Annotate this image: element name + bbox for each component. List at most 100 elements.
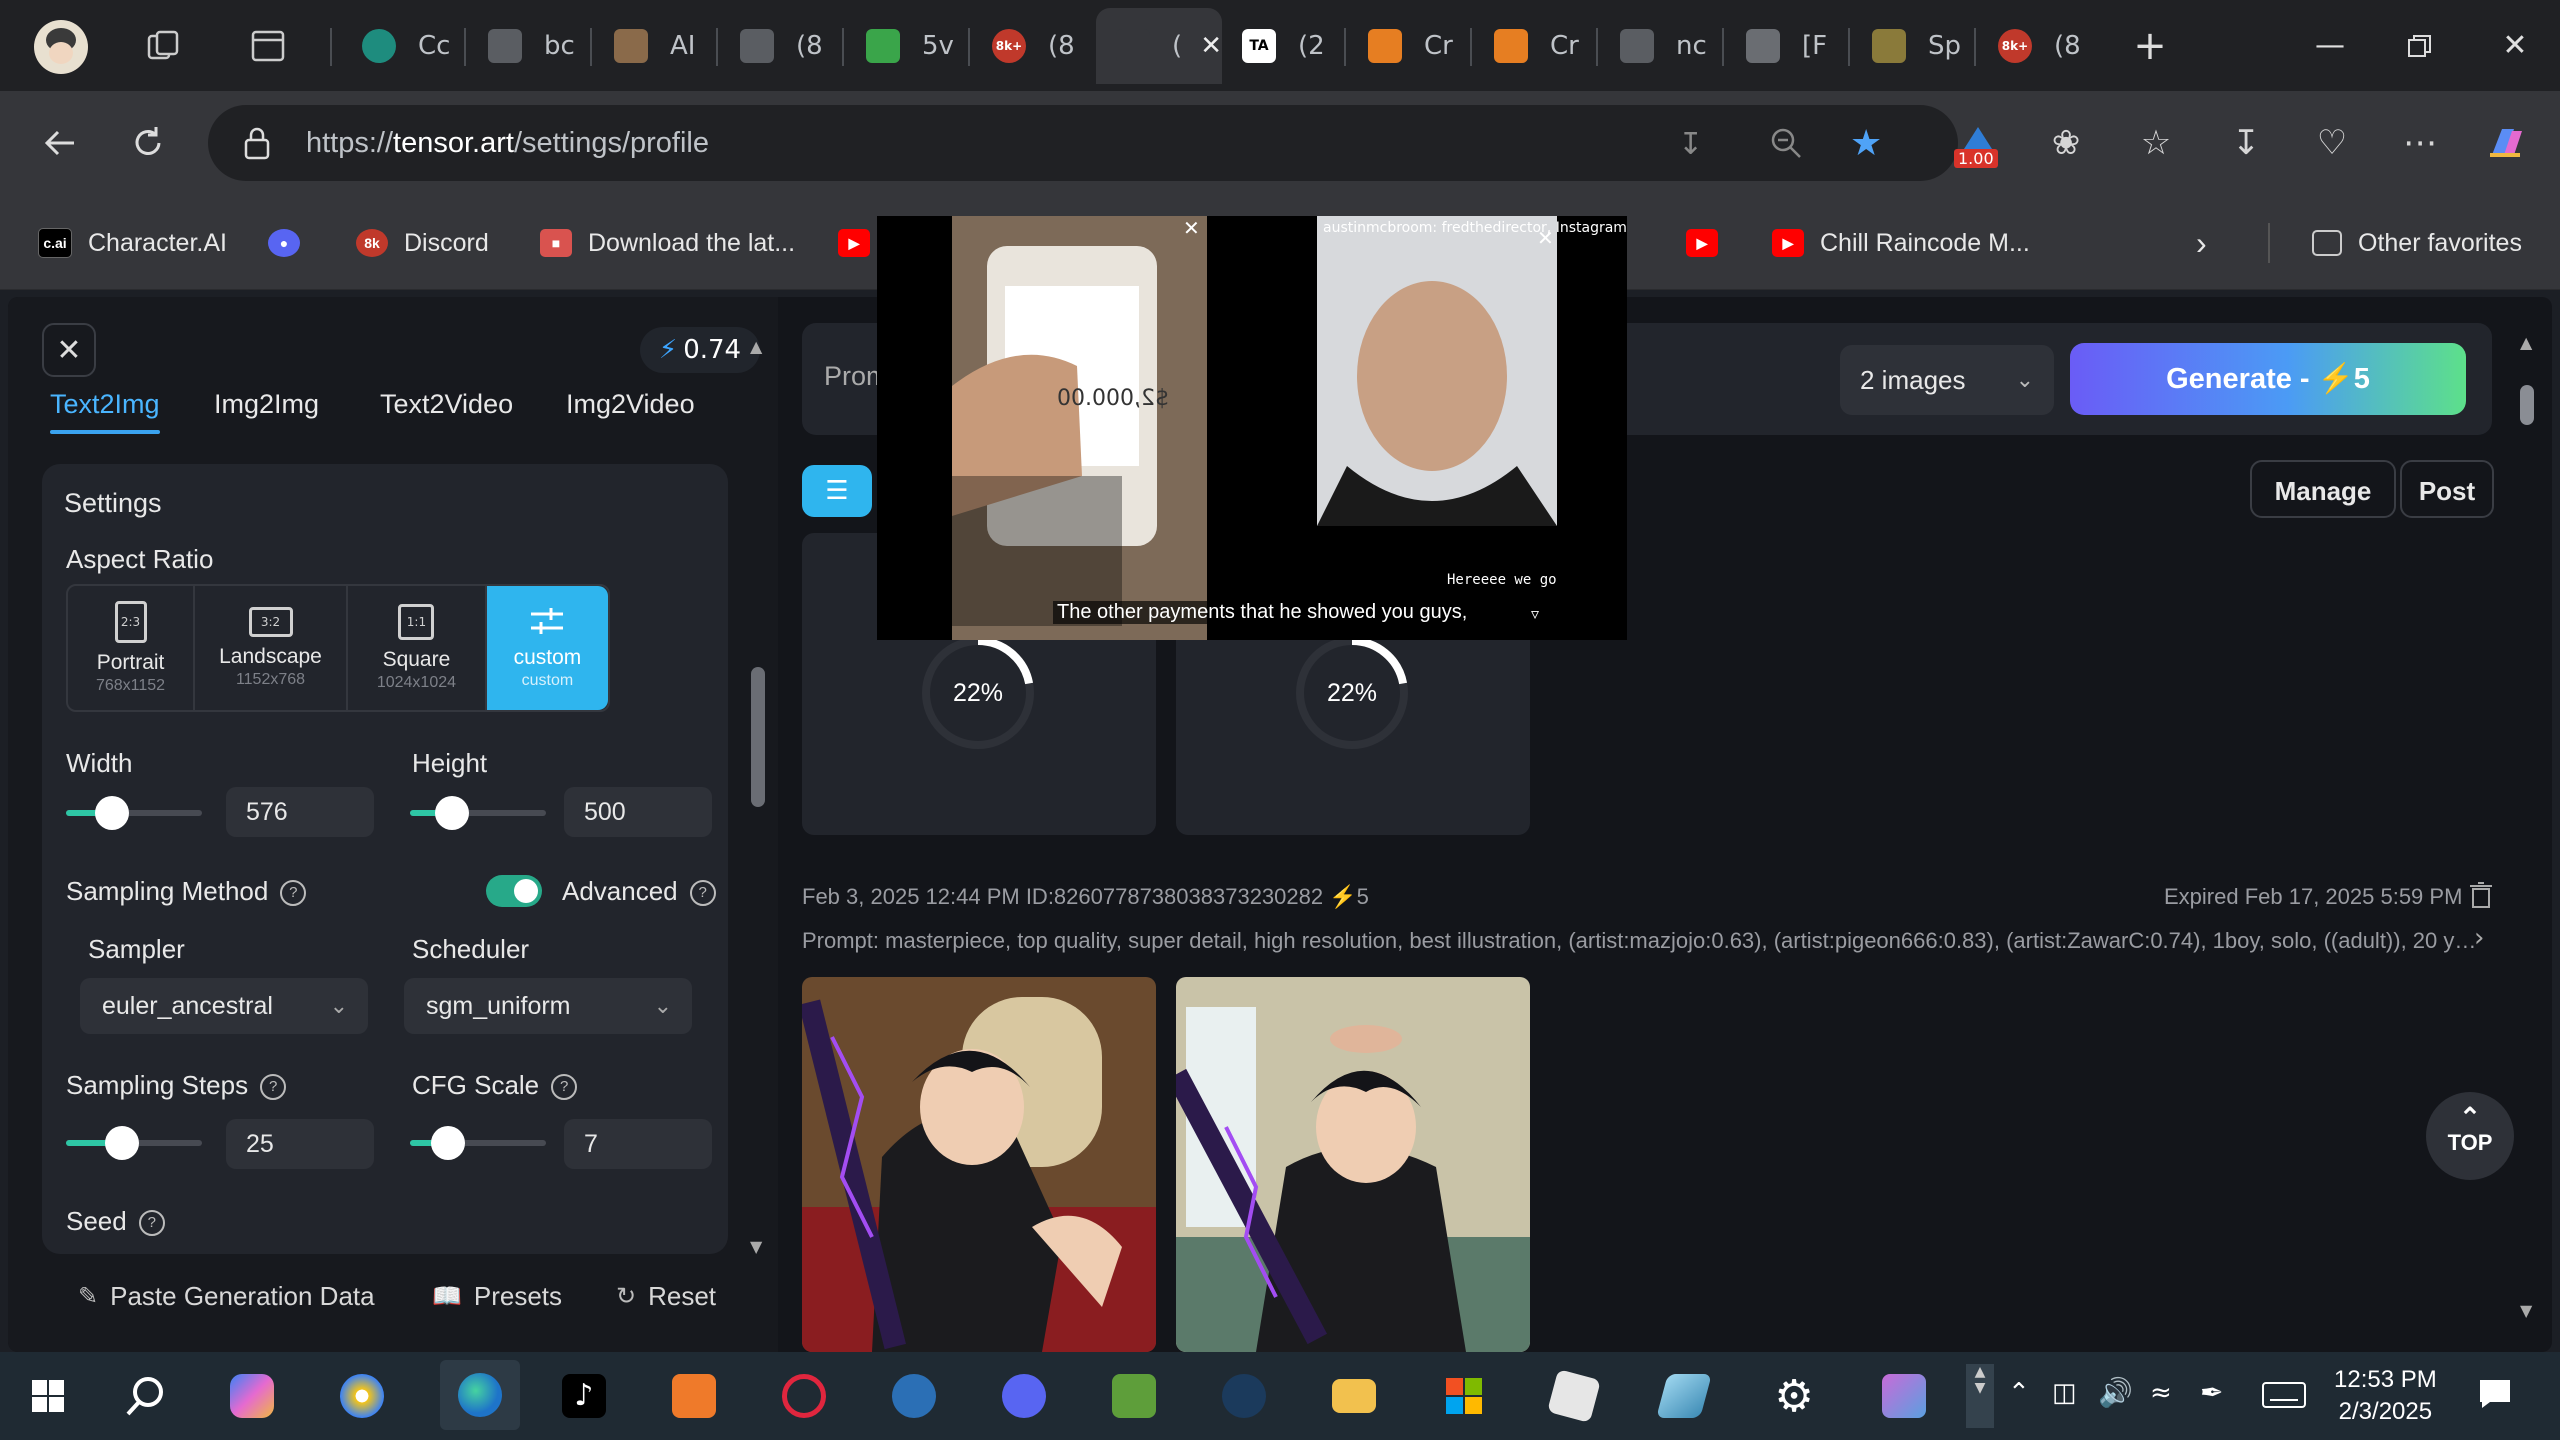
- copilot-icon[interactable]: [2478, 115, 2534, 171]
- keyboard-icon[interactable]: [2262, 1382, 2306, 1408]
- close-window-button[interactable]: ✕: [2470, 0, 2560, 91]
- roblox-app-icon[interactable]: [1544, 1366, 1604, 1426]
- post-button[interactable]: Post: [2400, 460, 2494, 518]
- bookmark-download[interactable]: ■ Download the lat...: [540, 223, 795, 263]
- scroll-to-top-button[interactable]: ⌃ TOP: [2426, 1092, 2514, 1180]
- browser-tab[interactable]: [F: [1726, 8, 1846, 84]
- list-view-button[interactable]: ☰: [802, 465, 872, 517]
- close-tab-icon[interactable]: ✕: [1200, 31, 1222, 61]
- help-icon[interactable]: ?: [280, 880, 307, 907]
- page-scrollbar[interactable]: ▲ ▼: [2512, 323, 2542, 1323]
- notifications-icon[interactable]: [2478, 1378, 2512, 1410]
- profile-avatar[interactable]: [34, 20, 88, 74]
- download-page-icon[interactable]: ↧: [1678, 127, 1703, 162]
- restore-button[interactable]: [2375, 0, 2465, 91]
- help-icon[interactable]: ?: [260, 1074, 287, 1101]
- generated-image-1[interactable]: [802, 977, 1156, 1352]
- microsoft-store-icon[interactable]: [1434, 1366, 1494, 1426]
- browser-essentials-icon[interactable]: ♡: [2304, 115, 2360, 171]
- settings-gear-icon[interactable]: ⚙: [1764, 1366, 1824, 1426]
- reset-button[interactable]: ↻ Reset: [616, 1281, 716, 1312]
- generated-image-2[interactable]: [1176, 977, 1530, 1352]
- tab-text2img[interactable]: Text2Img: [50, 389, 160, 434]
- browser-tab[interactable]: (8: [720, 8, 840, 84]
- minecraft-app-icon[interactable]: [1104, 1366, 1164, 1426]
- browser-tab[interactable]: bc: [468, 8, 588, 84]
- browser-tab[interactable]: Cr: [1348, 8, 1468, 84]
- presets-button[interactable]: 📖 Presets: [432, 1281, 562, 1312]
- favorites-icon[interactable]: ☆: [2128, 115, 2184, 171]
- bookmark-character-ai[interactable]: c.ai Character.AI: [38, 223, 227, 263]
- tab-text2video[interactable]: Text2Video: [380, 389, 513, 420]
- more-menu-icon[interactable]: ⋯: [2392, 115, 2448, 171]
- tiktok-app-icon[interactable]: ♪: [554, 1366, 614, 1426]
- delete-icon[interactable]: [2468, 881, 2494, 909]
- steps-slider[interactable]: [66, 1126, 202, 1160]
- width-input[interactable]: 576: [226, 787, 374, 837]
- start-button[interactable]: [18, 1366, 78, 1426]
- settings-scrollbar[interactable]: ▲ ▼: [748, 337, 768, 1257]
- battery-icon[interactable]: ◫: [2052, 1378, 2077, 1408]
- bookmark-chill-raincode[interactable]: ▶ Chill Raincode M...: [1772, 223, 2030, 263]
- sampler-select[interactable]: euler_ancestral ⌄: [80, 978, 368, 1034]
- wifi-icon[interactable]: ≈: [2150, 1378, 2172, 1408]
- extensions-puzzle-icon[interactable]: ❀: [2038, 115, 2094, 171]
- prompt-text[interactable]: Prompt: masterpiece, top quality, super …: [802, 928, 2482, 954]
- scheduler-select[interactable]: sgm_uniform ⌄: [404, 978, 692, 1034]
- browser-tab[interactable]: (✕: [1096, 8, 1222, 84]
- character-app-icon[interactable]: [1874, 1366, 1934, 1426]
- chevron-right-icon[interactable]: ›: [2474, 923, 2484, 953]
- url-text[interactable]: https://tensor.art/settings/profile: [306, 105, 709, 181]
- volume-icon[interactable]: 🔊: [2098, 1376, 2133, 1409]
- browser-tab[interactable]: Sp: [1852, 8, 1972, 84]
- scroll-up-icon[interactable]: ▲: [2520, 333, 2532, 352]
- help-icon[interactable]: ?: [551, 1074, 578, 1101]
- images-count-select[interactable]: 2 images ⌄: [1840, 345, 2054, 415]
- chrome-like-app-icon[interactable]: [332, 1366, 392, 1426]
- paste-generation-data-button[interactable]: ✎ Paste Generation Data: [78, 1281, 375, 1312]
- manage-button[interactable]: Manage: [2250, 460, 2396, 518]
- steps-input[interactable]: 25: [226, 1119, 374, 1169]
- opera-app-icon[interactable]: [774, 1366, 834, 1426]
- downloads-icon[interactable]: ↧: [2218, 115, 2274, 171]
- refresh-button[interactable]: [120, 115, 176, 171]
- bookmark-discord-icon-only[interactable]: ●: [268, 223, 316, 263]
- vertical-tabs-icon[interactable]: [250, 28, 286, 64]
- workspaces-icon[interactable]: [145, 28, 181, 64]
- file-explorer-icon[interactable]: [1324, 1366, 1384, 1426]
- snipping-tool-icon[interactable]: [884, 1366, 944, 1426]
- other-favorites[interactable]: Other favorites: [2312, 223, 2522, 263]
- aspect-square[interactable]: 1:1 Square 1024x1024: [348, 586, 487, 710]
- close-panel-button[interactable]: ✕: [42, 323, 96, 377]
- aspect-custom[interactable]: custom custom: [486, 586, 608, 710]
- bookmarks-overflow-chevron-icon[interactable]: ›: [2196, 223, 2207, 263]
- scroll-down-icon[interactable]: ▼: [2520, 1301, 2532, 1320]
- clock[interactable]: 12:53 PM 2/3/2025: [2334, 1364, 2437, 1428]
- height-slider[interactable]: [410, 796, 546, 830]
- tab-img2img[interactable]: Img2Img: [214, 389, 319, 420]
- taskbar-scroll[interactable]: ▲ ▼: [1966, 1364, 1994, 1428]
- help-icon[interactable]: ?: [138, 1210, 165, 1237]
- search-icon[interactable]: [116, 1366, 176, 1426]
- height-input[interactable]: 500: [564, 787, 712, 837]
- address-bar[interactable]: https://tensor.art/settings/profile ↧ ★: [208, 105, 1958, 181]
- cfg-slider[interactable]: [410, 1126, 546, 1160]
- glass-app-icon[interactable]: [1654, 1366, 1714, 1426]
- discord-app-icon[interactable]: [994, 1366, 1054, 1426]
- bookmark-youtube-b[interactable]: ▶: [1686, 223, 1734, 263]
- browser-tab[interactable]: 8k+ (8: [1978, 8, 2098, 84]
- browser-tab[interactable]: Cc: [342, 8, 462, 84]
- picture-in-picture-video[interactable]: $2,000.00 austinmcbroom: fredthedirector…: [877, 216, 1627, 640]
- aspect-landscape[interactable]: 3:2 Landscape 1152x768: [195, 586, 348, 710]
- filter-icon[interactable]: ▿: [1531, 604, 1539, 623]
- scrollbar-thumb[interactable]: [751, 667, 765, 807]
- show-hidden-icons[interactable]: ⌃: [2008, 1378, 2030, 1408]
- cfg-input[interactable]: 7: [564, 1119, 712, 1169]
- scrollbar-thumb[interactable]: [2520, 385, 2534, 425]
- browser-tab[interactable]: 5v: [846, 8, 966, 84]
- browser-tab[interactable]: AI: [594, 8, 714, 84]
- close-video-icon[interactable]: ✕: [1183, 216, 1200, 240]
- close-video-icon-2[interactable]: ✕: [1537, 226, 1554, 250]
- scroll-up-icon[interactable]: ▲: [750, 337, 762, 356]
- minimize-button[interactable]: —: [2285, 0, 2375, 91]
